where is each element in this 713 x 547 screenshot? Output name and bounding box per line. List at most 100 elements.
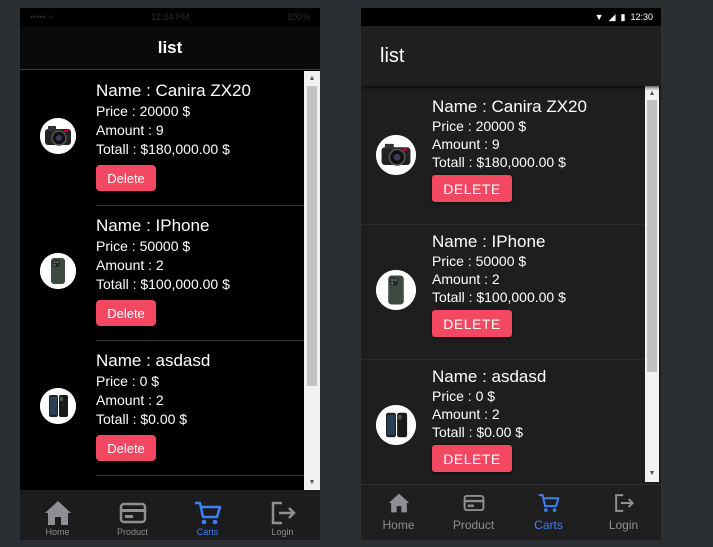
list-item: Name : Canira ZX20 Price : 20000 $ Amoun… [361, 90, 645, 225]
item-total: Totall : $180,000.00 $ [432, 154, 566, 170]
card-icon [463, 494, 484, 512]
item-name: Name : IPhone [432, 232, 546, 251]
scrollbar-thumb[interactable] [647, 100, 657, 372]
status-time: 12:34 PM [150, 12, 190, 22]
logout-icon [614, 494, 634, 512]
tab-carts[interactable]: Carts [170, 490, 245, 540]
tab-label: Login [271, 527, 294, 537]
delete-button[interactable]: DELETE [432, 310, 512, 337]
list-item: Name : asdasd Price : 0 $ Amount : 2 Tot… [361, 360, 645, 484]
item-info: Name : IPhone Price : 50000 $ Amount : 2… [96, 216, 230, 326]
tab-label: Carts [534, 518, 563, 532]
item-info: Name : Canira ZX20 Price : 20000 $ Amoun… [96, 81, 251, 191]
scrollbar[interactable]: ▲ ▼ [645, 86, 659, 482]
tab-label: Home [45, 527, 70, 537]
phone-icon [376, 270, 416, 310]
nav-header: list [20, 26, 320, 70]
item-total: Totall : $0.00 $ [96, 411, 188, 427]
divider [96, 475, 304, 476]
tab-label: Product [452, 518, 495, 532]
tab-product[interactable]: Product [436, 485, 511, 540]
delete-button[interactable]: DELETE [432, 445, 512, 472]
item-amount: Amount : 2 [96, 257, 164, 273]
logout-icon [271, 501, 296, 525]
delete-button[interactable]: Delete [96, 165, 156, 191]
tab-label: Carts [196, 527, 219, 537]
cart-list[interactable]: Name : Canira ZX20 Price : 20000 $ Amoun… [20, 71, 304, 490]
item-amount: Amount : 2 [432, 406, 500, 422]
item-amount: Amount : 2 [432, 271, 500, 287]
battery-icon: ▮ [620, 11, 626, 22]
android-phone-screen: ▼ ◢ ▮ 12:30 list Name : Canira ZX20 Pric… [361, 8, 661, 540]
signal-indicator: ••••• ≈ [30, 12, 54, 22]
card-icon [119, 502, 146, 524]
tab-login[interactable]: Login [245, 490, 320, 540]
battery-indicator: 100% [286, 12, 310, 22]
item-total: Totall : $100,000.00 $ [432, 289, 566, 305]
app-bar: list [361, 26, 661, 86]
item-price: Price : 0 $ [432, 388, 496, 404]
tab-label: Login [608, 518, 639, 532]
list-item: Name : IPhone Price : 50000 $ Amount : 2… [361, 225, 645, 360]
list-item: Name : Canira ZX20 Price : 20000 $ Amoun… [20, 71, 304, 206]
tab-carts[interactable]: Carts [511, 485, 586, 540]
ios-phone-screen: ••••• ≈ 12:34 PM 100% list Name : Canira… [20, 8, 320, 540]
camera-icon [40, 118, 76, 154]
item-price: Price : 0 $ [96, 373, 160, 389]
item-price: Price : 50000 $ [432, 253, 527, 269]
item-info: Name : asdasd Price : 0 $ Amount : 2 Tot… [432, 366, 546, 472]
tab-label: Product [116, 527, 149, 537]
tab-login[interactable]: Login [586, 485, 661, 540]
item-price: Price : 20000 $ [432, 118, 527, 134]
home-icon [44, 501, 71, 525]
delete-button[interactable]: DELETE [432, 175, 512, 202]
page-title: list [157, 37, 183, 57]
status-bar: ••••• ≈ 12:34 PM 100% [20, 8, 320, 26]
tab-bar: Home Product Carts Login [361, 484, 661, 540]
tab-product[interactable]: Product [95, 490, 170, 540]
item-info: Name : IPhone Price : 50000 $ Amount : 2… [432, 231, 566, 337]
item-price: Price : 20000 $ [96, 103, 191, 119]
status-bar: ▼ ◢ ▮ 12:30 [361, 8, 661, 26]
cart-icon [194, 501, 221, 525]
tab-home[interactable]: Home [20, 490, 95, 540]
tab-home[interactable]: Home [361, 485, 436, 540]
scrollbar-thumb[interactable] [307, 86, 317, 386]
cart-list[interactable]: Name : Canira ZX20 Price : 20000 $ Amoun… [361, 90, 645, 484]
item-amount: Amount : 2 [96, 392, 164, 408]
item-amount: Amount : 9 [96, 122, 164, 138]
item-info: Name : Canira ZX20 Price : 20000 $ Amoun… [432, 96, 587, 202]
tab-label: Home [382, 518, 415, 532]
item-info: Name : asdasd Price : 0 $ Amount : 2 Tot… [96, 351, 210, 461]
scroll-up-icon[interactable]: ▲ [645, 88, 659, 100]
phone-icon [40, 253, 76, 289]
phone-icon [376, 405, 416, 445]
item-total: Totall : $0.00 $ [432, 424, 524, 440]
item-name: Name : asdasd [96, 351, 211, 370]
cart-icon [538, 494, 559, 512]
scroll-down-icon[interactable]: ▼ [645, 468, 659, 480]
delete-button[interactable]: Delete [96, 300, 156, 326]
item-name: Name : Canira ZX20 [96, 81, 251, 100]
scroll-up-icon[interactable]: ▲ [304, 73, 320, 85]
item-total: Totall : $180,000.00 $ [96, 141, 230, 157]
scrollbar[interactable]: ▲ ▼ [304, 71, 320, 491]
item-price: Price : 50000 $ [96, 238, 191, 254]
status-time: 12:30 [630, 12, 653, 22]
scroll-down-icon[interactable]: ▼ [304, 477, 320, 489]
signal-icon: ◢ [608, 11, 616, 22]
wifi-icon: ▼ [594, 12, 604, 22]
item-name: Name : Canira ZX20 [432, 97, 587, 116]
page-title: list [380, 44, 405, 67]
item-total: Totall : $100,000.00 $ [96, 276, 230, 292]
item-amount: Amount : 9 [432, 136, 500, 152]
list-item: Name : asdasd Price : 0 $ Amount : 2 Tot… [20, 341, 304, 476]
phone-icon [40, 388, 76, 424]
camera-icon [376, 135, 416, 175]
list-item: Name : IPhone Price : 50000 $ Amount : 2… [20, 206, 304, 341]
tab-bar: Home Product Carts Login [20, 490, 320, 540]
item-name: Name : asdasd [432, 367, 547, 386]
delete-button[interactable]: Delete [96, 435, 156, 461]
home-icon [388, 493, 409, 513]
item-name: Name : IPhone [96, 216, 210, 235]
